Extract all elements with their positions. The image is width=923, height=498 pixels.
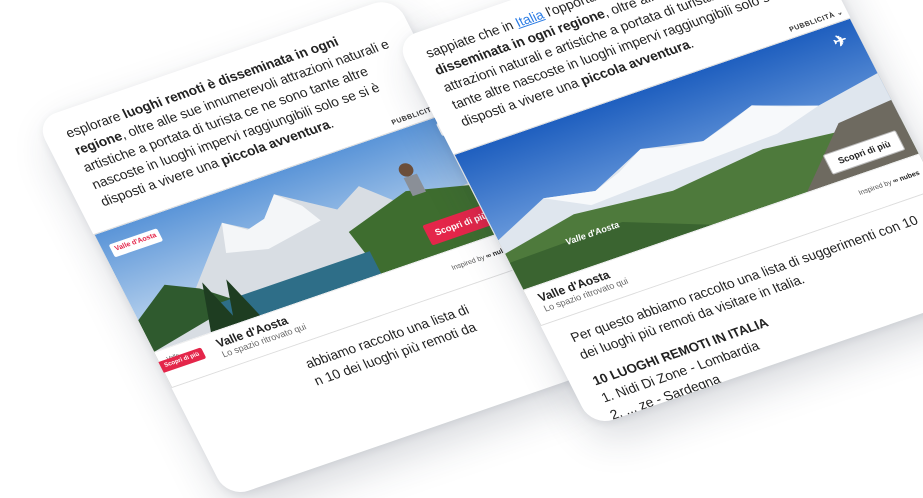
inspired-by-label: Inspired by ∞ nubes <box>858 170 922 197</box>
brand-logo: ∞ nubes <box>892 170 921 185</box>
inspired-text: Inspired by <box>450 254 487 272</box>
chevron-down-icon: ⌄ <box>835 8 845 18</box>
page: { "left": { "para_1": "esplorare ", "bol… <box>0 0 923 498</box>
inspired-text: Inspired by <box>857 179 894 197</box>
brand-name: nubes <box>898 169 922 183</box>
